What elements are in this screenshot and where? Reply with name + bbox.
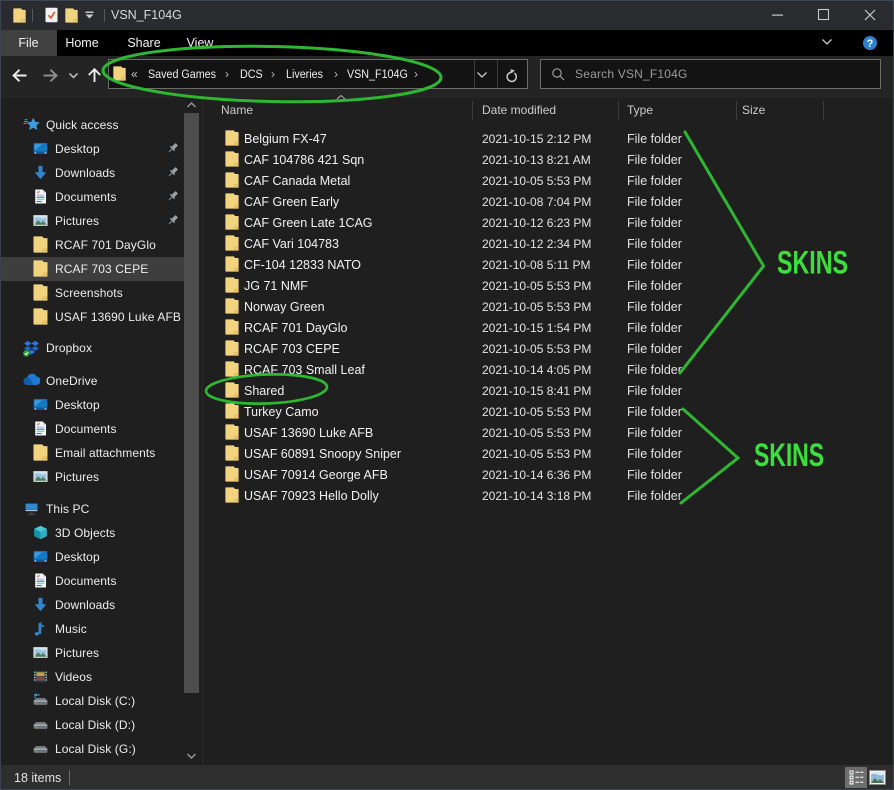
svg-text:SKINS: SKINS [754, 437, 824, 473]
svg-text:SKINS: SKINS [777, 245, 848, 281]
